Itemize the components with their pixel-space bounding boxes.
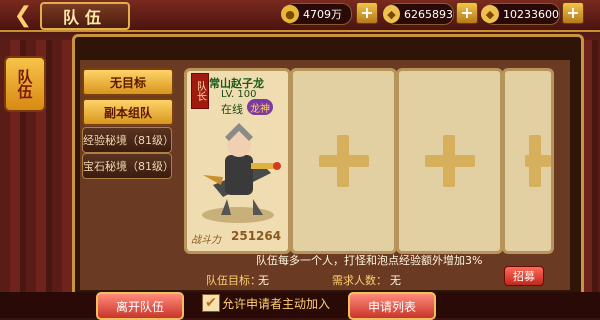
checkmark-icon: ✔ bbox=[205, 295, 217, 311]
member-slot-leader[interactable]: 队长 常山赵子龙 LV. 100 在线 龙神 战斗力 251264 bbox=[184, 68, 291, 254]
back-button[interactable]: ❮ bbox=[2, 0, 44, 30]
member-badge: 龙神 bbox=[247, 99, 273, 115]
plus-icon-vertical bbox=[337, 135, 349, 187]
page-title: 队伍 bbox=[40, 2, 130, 30]
empty-slot-1[interactable] bbox=[290, 68, 397, 254]
menu-exp-realm[interactable]: 经验秘境（81级） bbox=[82, 127, 174, 153]
side-tab-team[interactable]: 队伍 bbox=[4, 56, 46, 112]
leader-tag: 队长 bbox=[191, 73, 209, 109]
empty-slot-3[interactable] bbox=[502, 68, 554, 254]
add-ingot-2-button[interactable]: + bbox=[562, 2, 584, 24]
member-level: LV. 100 bbox=[221, 89, 257, 100]
team-target-label: 队伍目标： bbox=[206, 274, 261, 287]
plus-icon-vertical bbox=[529, 135, 541, 187]
auto-join-checkbox[interactable]: ✔ bbox=[202, 294, 220, 312]
team-exp-tip: 队伍每多一个人，打怪和泡点经验额外增加3% bbox=[256, 254, 483, 267]
ingot-1-value: 6265893 bbox=[404, 7, 453, 21]
hero-portrait-icon bbox=[202, 123, 281, 223]
resource-ingot-2: ◆ 10233600 bbox=[481, 3, 560, 25]
plus-icon-vertical bbox=[443, 135, 455, 187]
resource-ingot-1: ◆ 6265893 bbox=[383, 3, 454, 25]
ingot-icon: ◆ bbox=[481, 5, 499, 23]
recruit-button[interactable]: 招募 bbox=[504, 266, 544, 286]
power-label: 战斗力 bbox=[191, 235, 221, 246]
empty-slot-2[interactable] bbox=[396, 68, 503, 254]
required-count-value: 无 bbox=[390, 274, 401, 287]
resource-coin: ● 4709万 bbox=[281, 3, 352, 25]
power-value: 251264 bbox=[231, 229, 282, 243]
menu-gem-realm[interactable]: 宝石秘境（81级） bbox=[82, 153, 174, 179]
ingot-icon: ◆ bbox=[383, 5, 400, 23]
back-arrow-icon: ❮ bbox=[13, 2, 33, 28]
menu-no-target[interactable]: 无目标 bbox=[82, 68, 174, 96]
menu-dungeon-team[interactable]: 副本组队 bbox=[82, 98, 174, 126]
auto-join-label: 允许申请者主动加入 bbox=[222, 297, 331, 311]
apply-list-button[interactable]: 申请列表 bbox=[348, 292, 436, 320]
coin-value: 4709万 bbox=[303, 8, 342, 21]
coin-icon: ● bbox=[281, 5, 299, 23]
leave-team-button[interactable]: 离开队伍 bbox=[96, 292, 184, 320]
required-count-label: 需求人数： bbox=[332, 274, 387, 287]
add-coin-button[interactable]: + bbox=[356, 2, 378, 24]
team-target-value: 无 bbox=[258, 274, 269, 287]
ingot-2-value: 10233600 bbox=[503, 7, 559, 21]
add-ingot-button[interactable]: + bbox=[456, 2, 478, 24]
